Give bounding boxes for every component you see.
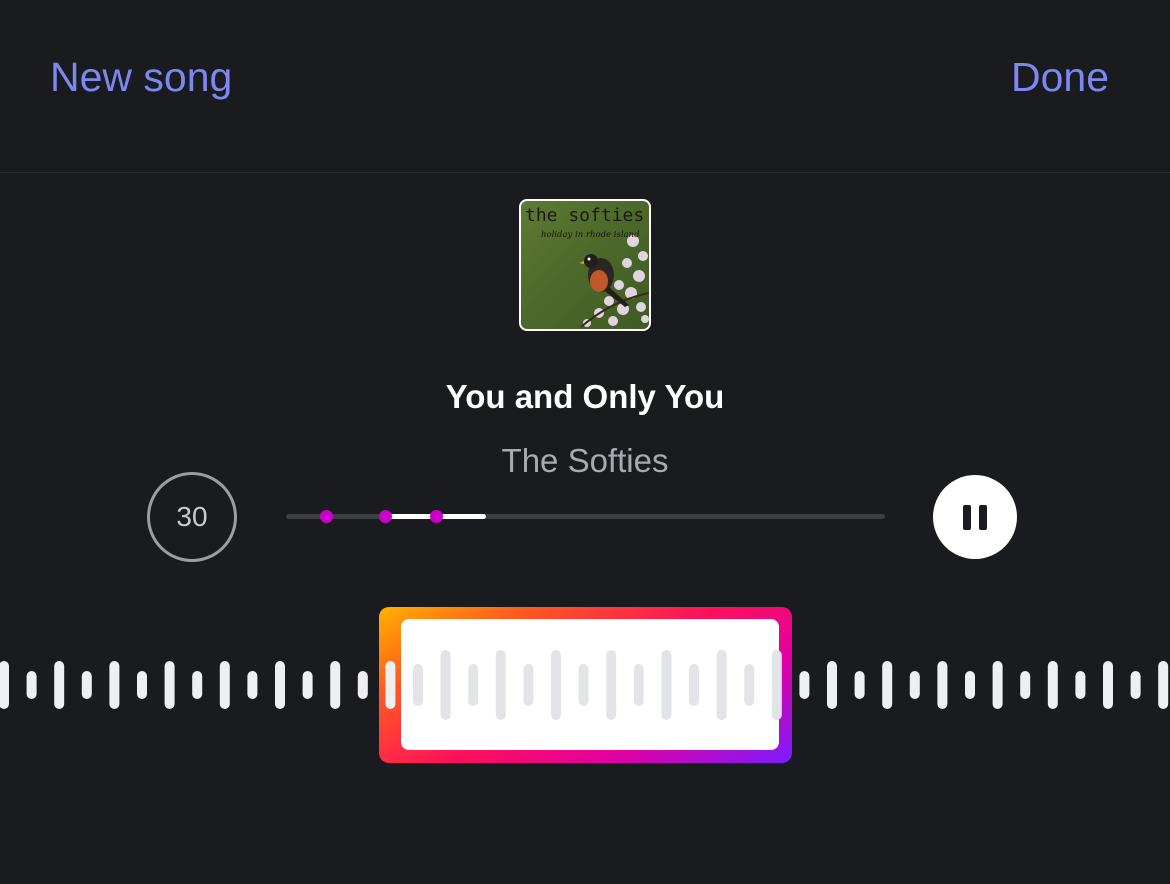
- waveform-bar: [219, 661, 230, 709]
- waveform-bar: [523, 664, 534, 706]
- waveform-bar: [1047, 661, 1058, 709]
- pause-button[interactable]: [933, 475, 1017, 559]
- waveform-bar: [633, 664, 644, 706]
- waveform-bar: [357, 671, 368, 699]
- waveform-bar: [385, 661, 396, 709]
- waveform-bar: [413, 664, 423, 706]
- waveform-bar: [606, 650, 617, 720]
- waveform-bar: [302, 671, 313, 699]
- new-song-button[interactable]: New song: [50, 52, 232, 102]
- waveform-bar: [661, 650, 672, 720]
- done-button[interactable]: Done: [1011, 52, 1109, 102]
- waveform-bar: [716, 650, 727, 720]
- playback-progress-track[interactable]: [286, 510, 885, 523]
- waveform-bar: [26, 671, 37, 699]
- album-band-text: the softies: [525, 205, 644, 226]
- waveform-bar: [54, 661, 65, 709]
- waveform-bar: [275, 661, 285, 709]
- waveform-bar: [81, 671, 92, 699]
- waveform-bar: [137, 671, 147, 699]
- waveform-bar: [330, 661, 341, 709]
- waveform-bar: [0, 661, 9, 709]
- waveform-bar: [247, 671, 258, 699]
- waveform-bar: [192, 671, 203, 699]
- waveform-bar: [164, 661, 175, 709]
- header-divider: [0, 172, 1170, 173]
- waveform-bar: [551, 650, 561, 720]
- waveform-bar: [771, 650, 782, 720]
- waveform-bar: [578, 664, 589, 706]
- waveform-bar: [689, 664, 699, 706]
- song-title: You and Only You: [445, 378, 725, 415]
- album-title-text: holiday in rhode island: [541, 230, 640, 240]
- progress-marker: [379, 510, 392, 523]
- waveform-bar: [1130, 671, 1141, 699]
- waveform-bar: [468, 664, 479, 706]
- audio-waveform[interactable]: [0, 600, 1170, 770]
- waveform-bar: [965, 671, 975, 699]
- waveform-bar: [937, 661, 948, 709]
- waveform-bar: [992, 661, 1003, 709]
- waveform-bar: [799, 671, 810, 699]
- waveform-bar: [827, 661, 837, 709]
- album-artwork: the softies holiday in rhode island: [519, 199, 651, 331]
- clip-duration-button[interactable]: 30: [147, 472, 237, 562]
- waveform-bar: [1103, 661, 1113, 709]
- waveform-bar: [1020, 671, 1031, 699]
- waveform-bar: [882, 661, 893, 709]
- waveform-bar: [909, 671, 920, 699]
- waveform-bar: [109, 661, 120, 709]
- waveform-bar: [744, 664, 755, 706]
- waveform-bar: [1075, 671, 1086, 699]
- waveform-bar: [495, 650, 506, 720]
- waveform-bar: [440, 650, 451, 720]
- waveform-bar: [854, 671, 865, 699]
- top-bar: New song Done: [0, 0, 1170, 172]
- progress-marker: [320, 510, 333, 523]
- progress-marker: [430, 510, 443, 523]
- waveform-bar: [1158, 661, 1169, 709]
